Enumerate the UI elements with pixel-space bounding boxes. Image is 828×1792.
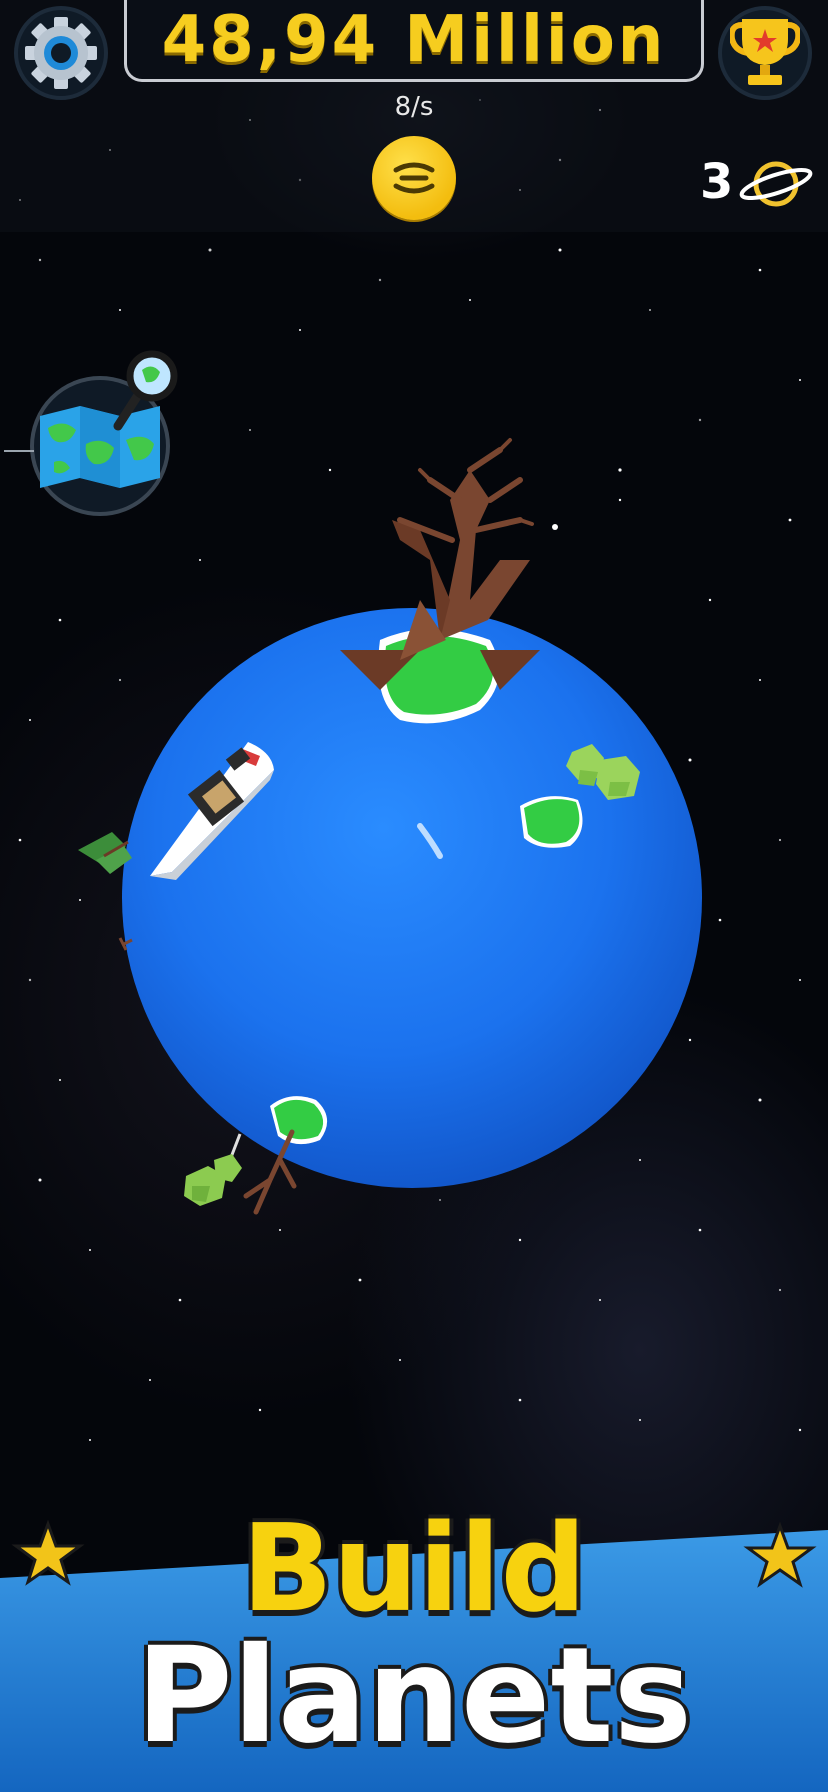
banner-title-line2: Planets	[135, 1619, 693, 1773]
banner-title-line1: Build	[241, 1500, 587, 1639]
